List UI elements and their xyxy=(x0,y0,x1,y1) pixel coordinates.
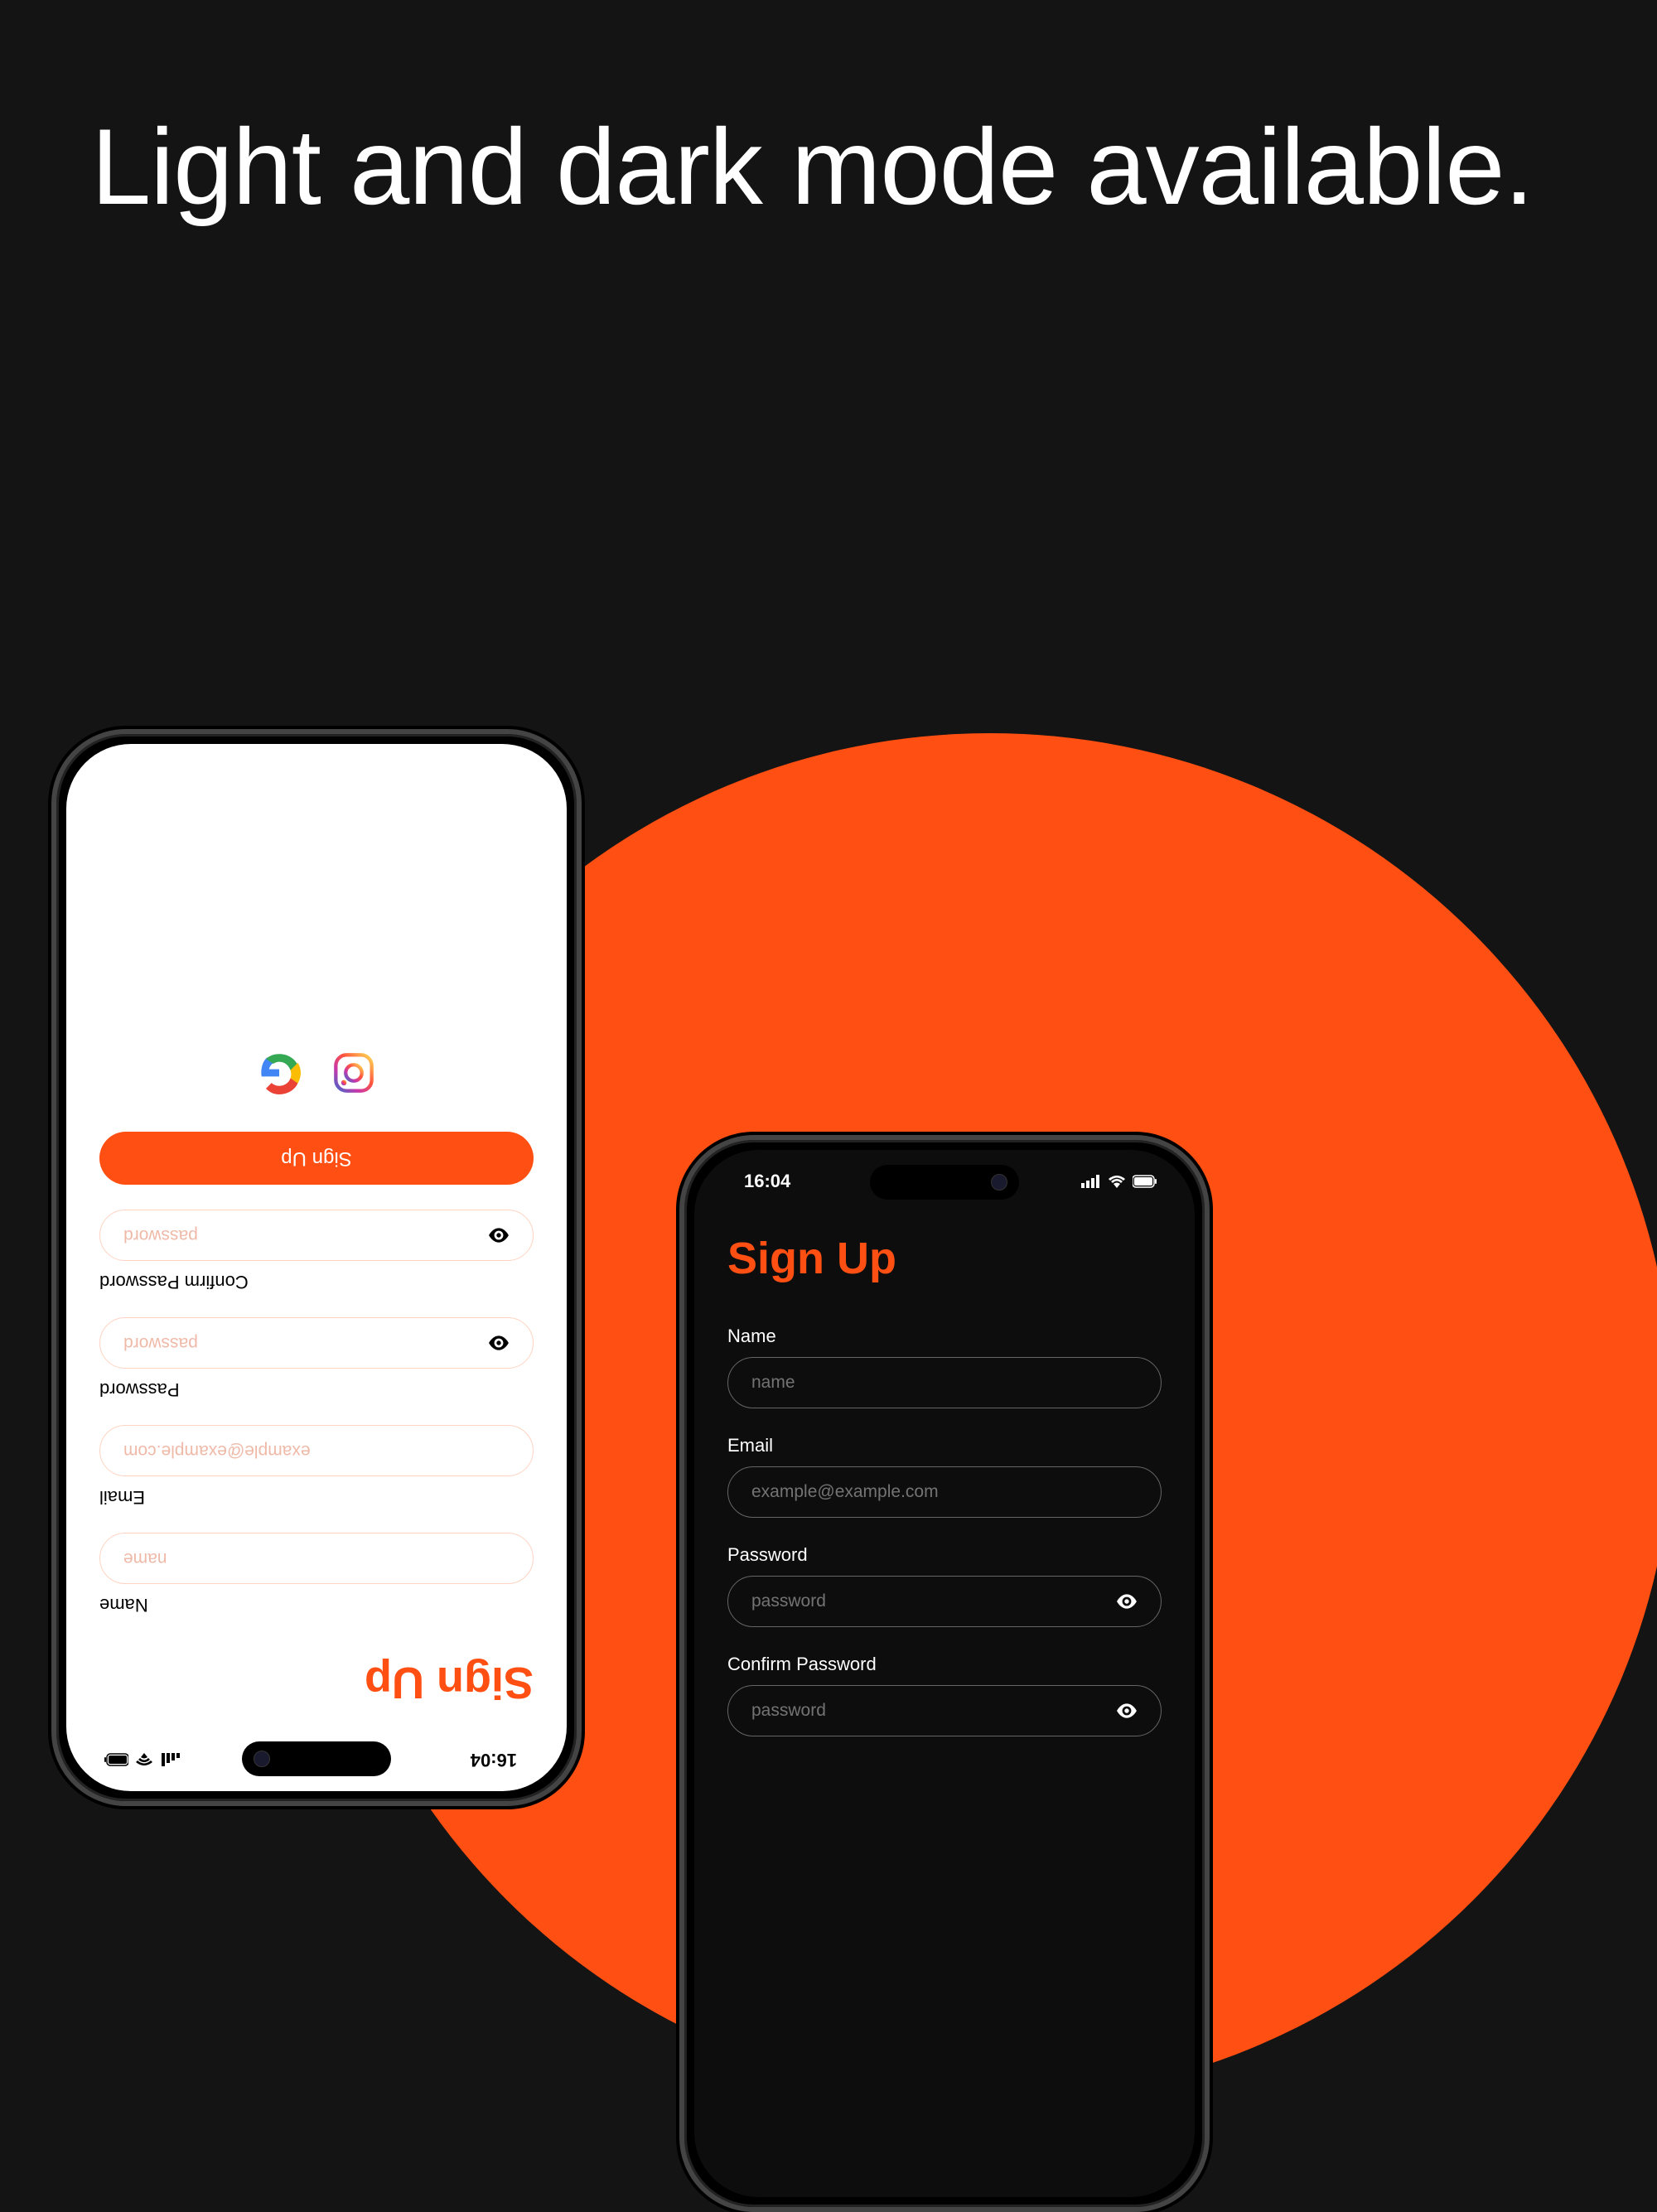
instagram-icon[interactable] xyxy=(332,1051,375,1094)
phone-notch xyxy=(242,1741,391,1776)
password-label: Password xyxy=(727,1544,1162,1566)
show-password-icon[interactable] xyxy=(1116,1591,1138,1612)
social-login-row xyxy=(99,1051,534,1094)
confirm-password-input[interactable]: password xyxy=(99,1210,534,1261)
email-label: Email xyxy=(99,1486,534,1508)
password-input[interactable]: password xyxy=(99,1317,534,1369)
email-input[interactable]: example@example.com xyxy=(727,1466,1162,1518)
status-indicators xyxy=(1081,1175,1157,1188)
phone-notch xyxy=(870,1165,1019,1200)
status-indicators xyxy=(104,1754,180,1767)
battery-icon xyxy=(1133,1175,1157,1188)
battery-icon xyxy=(104,1754,128,1767)
password-input[interactable]: password xyxy=(727,1576,1162,1627)
headline-text: Light and dark mode available. xyxy=(91,99,1534,234)
email-input[interactable]: example@example.com xyxy=(99,1425,534,1476)
email-label: Email xyxy=(727,1435,1162,1456)
name-input[interactable]: name xyxy=(99,1533,534,1584)
name-label: Name xyxy=(99,1594,534,1616)
status-time: 16:04 xyxy=(744,1171,790,1192)
light-mode-phone-mockup: 16:04 Sign Up Name name Email example@ex… xyxy=(51,729,582,1806)
wifi-icon xyxy=(135,1754,153,1767)
confirm-password-input[interactable]: password xyxy=(727,1685,1162,1736)
show-password-icon[interactable] xyxy=(488,1224,510,1246)
google-icon[interactable] xyxy=(258,1051,301,1094)
confirm-password-label: Confirm Password xyxy=(99,1271,534,1292)
show-password-icon[interactable] xyxy=(488,1332,510,1354)
signal-icon xyxy=(1081,1175,1101,1188)
signal-icon xyxy=(160,1754,180,1767)
show-password-icon[interactable] xyxy=(1116,1700,1138,1722)
wifi-icon xyxy=(1108,1175,1126,1188)
password-label: Password xyxy=(99,1379,534,1400)
name-input[interactable]: name xyxy=(727,1357,1162,1408)
page-title: Sign Up xyxy=(727,1233,1162,1284)
status-time: 16:04 xyxy=(471,1750,517,1771)
signup-button[interactable]: Sign Up xyxy=(99,1132,534,1185)
dark-mode-phone-mockup: 16:04 Sign Up Name name Email example@ex… xyxy=(679,1135,1210,2212)
name-label: Name xyxy=(727,1326,1162,1347)
page-title: Sign Up xyxy=(99,1657,534,1708)
